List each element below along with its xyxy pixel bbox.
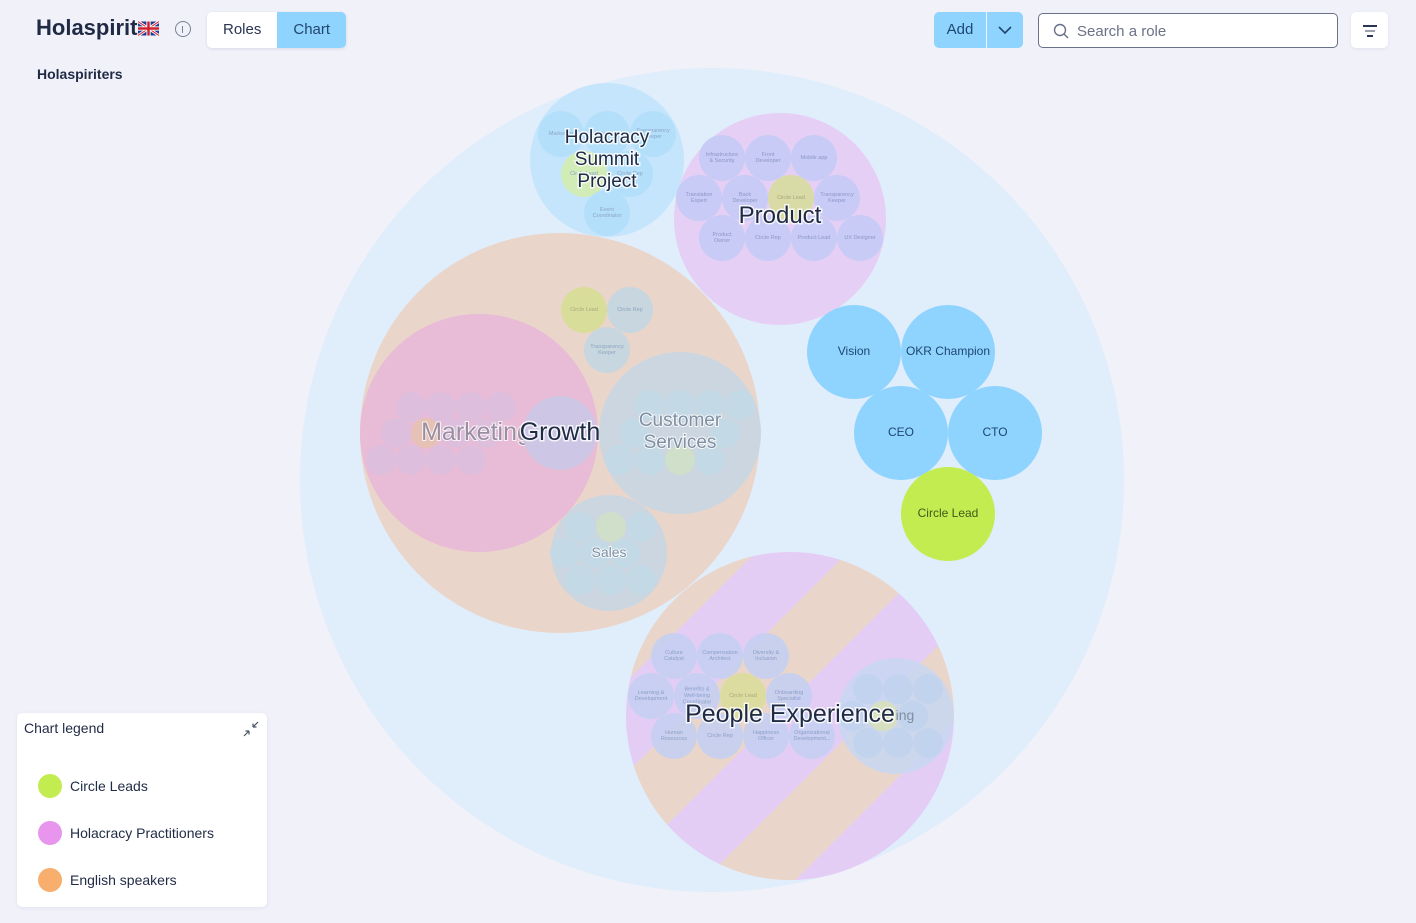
role-label: Circle Rep <box>617 307 643 313</box>
legend-item-holacracy-practitioners[interactable]: Holacracy Practitioners <box>38 821 214 845</box>
legend-title: Chart legend <box>24 720 105 736</box>
role-label: Diversity & Inclusion <box>753 650 780 662</box>
role-label: Product Lead <box>798 235 831 241</box>
role-label: Vision <box>838 344 870 358</box>
role-bubble[interactable] <box>396 445 426 475</box>
legend-label: English speakers <box>70 872 177 888</box>
role-bubble[interactable] <box>426 445 456 475</box>
role-bubble[interactable] <box>626 512 656 542</box>
role-bubble[interactable] <box>381 418 411 448</box>
role-label: Product Owner <box>713 232 732 244</box>
role-bubble[interactable] <box>913 674 943 704</box>
role-label: Circle Lead <box>918 506 979 520</box>
role-bubble[interactable] <box>596 512 626 542</box>
role-label: Circle Rep <box>707 733 733 739</box>
role-bubble[interactable] <box>456 445 486 475</box>
subcircle-label-marketing: Marketing <box>421 418 531 446</box>
legend-item-circle-leads[interactable]: Circle Leads <box>38 774 148 798</box>
role-bubble[interactable] <box>913 728 943 758</box>
role-bubble[interactable] <box>366 445 396 475</box>
subcircle-label-recruiting: ing <box>896 707 915 723</box>
circle-label-growth: Growth <box>520 418 601 446</box>
role-bubble[interactable] <box>626 565 656 595</box>
role-bubble[interactable] <box>605 445 635 475</box>
role-label: Circle Lead <box>570 307 598 313</box>
role-label: Circle Lead <box>729 693 757 699</box>
role-label: CEO <box>888 425 914 439</box>
role-label: Mobile app <box>801 155 828 161</box>
role-label: Culture Catalyst <box>664 650 684 662</box>
legend-label: Circle Leads <box>70 778 148 794</box>
legend-swatch <box>38 868 62 892</box>
role-bubble[interactable] <box>725 390 755 420</box>
legend-swatch <box>38 821 62 845</box>
subcircle-label-sales: Sales <box>591 544 626 560</box>
subcircle-label-customer: Customer Services <box>639 410 722 453</box>
role-label: Circle Rep <box>755 235 781 241</box>
role-label: Circle Lead <box>777 195 805 201</box>
role-bubble[interactable] <box>883 728 913 758</box>
role-label: OKR Champion <box>906 344 990 358</box>
role-bubble[interactable] <box>853 728 883 758</box>
role-label: Organizational Development... <box>794 730 831 742</box>
role-label: UX Designer <box>844 235 875 241</box>
role-label: CTO <box>982 425 1007 439</box>
role-bubble[interactable] <box>565 512 595 542</box>
role-bubble[interactable] <box>550 538 580 568</box>
collapse-icon[interactable] <box>242 720 260 738</box>
legend-swatch <box>38 774 62 798</box>
chart-legend: Chart legend Circle Leads Holacracy Prac… <box>17 713 267 907</box>
circle-label-product: Product <box>739 202 822 229</box>
circle-label-people: People Experience <box>685 700 895 728</box>
role-bubble[interactable] <box>596 565 626 595</box>
role-bubble[interactable] <box>565 565 595 595</box>
role-label: Learning & Development <box>635 690 668 702</box>
legend-item-english-speakers[interactable]: English speakers <box>38 868 177 892</box>
role-label: Infrastructure & Security <box>706 152 738 164</box>
legend-label: Holacracy Practitioners <box>70 825 214 841</box>
